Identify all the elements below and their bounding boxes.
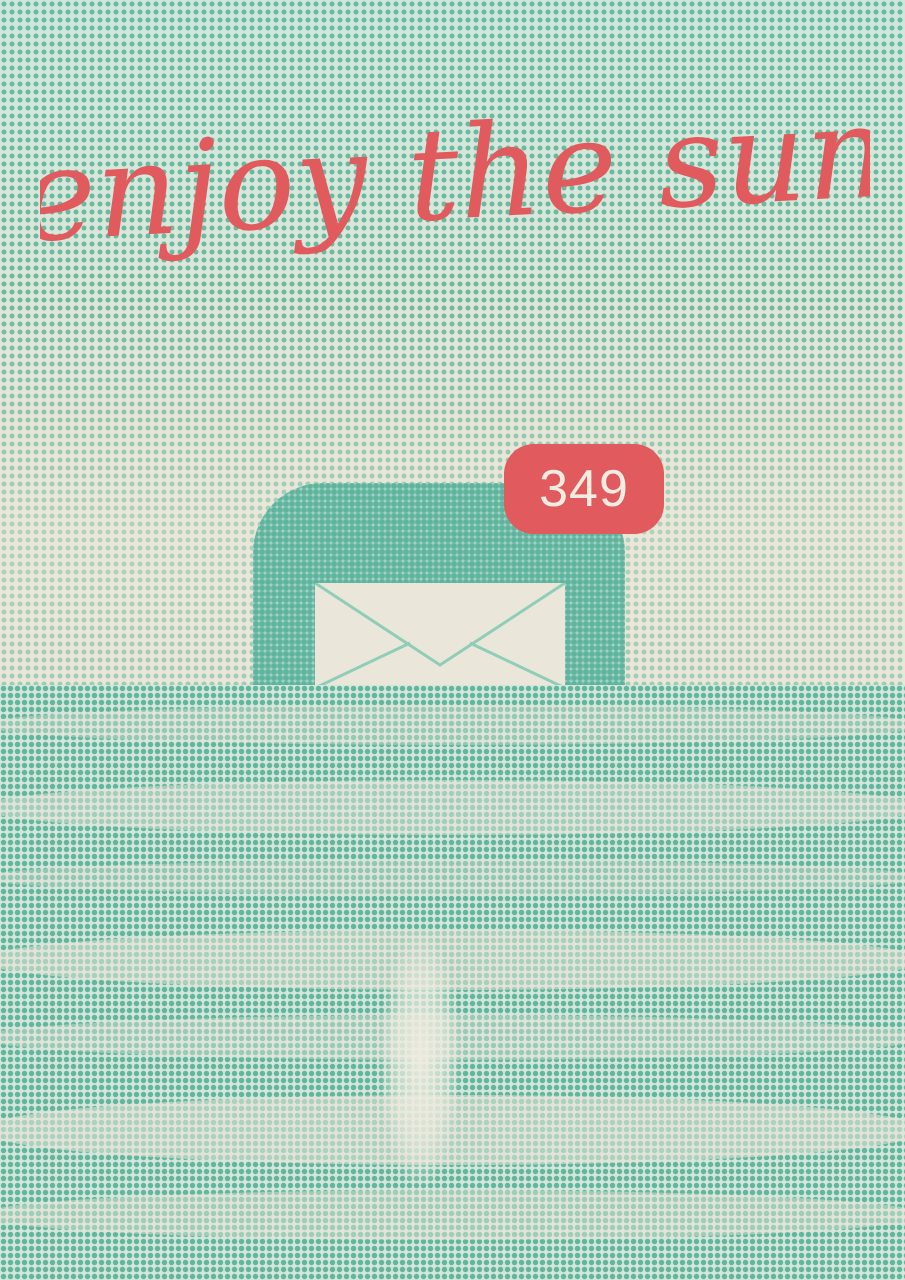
mail-icon	[315, 583, 565, 688]
wave	[0, 1190, 905, 1240]
unread-count: 349	[539, 460, 629, 518]
poster: enjoy the sun 349	[0, 0, 905, 1280]
wave	[0, 705, 905, 745]
sun-reflection	[380, 935, 460, 1185]
notification-badge: 349	[504, 444, 664, 534]
wave	[0, 780, 905, 835]
wave	[0, 860, 905, 895]
headline-text: enjoy the sun	[40, 77, 870, 271]
headline: enjoy the sun	[40, 77, 870, 271]
